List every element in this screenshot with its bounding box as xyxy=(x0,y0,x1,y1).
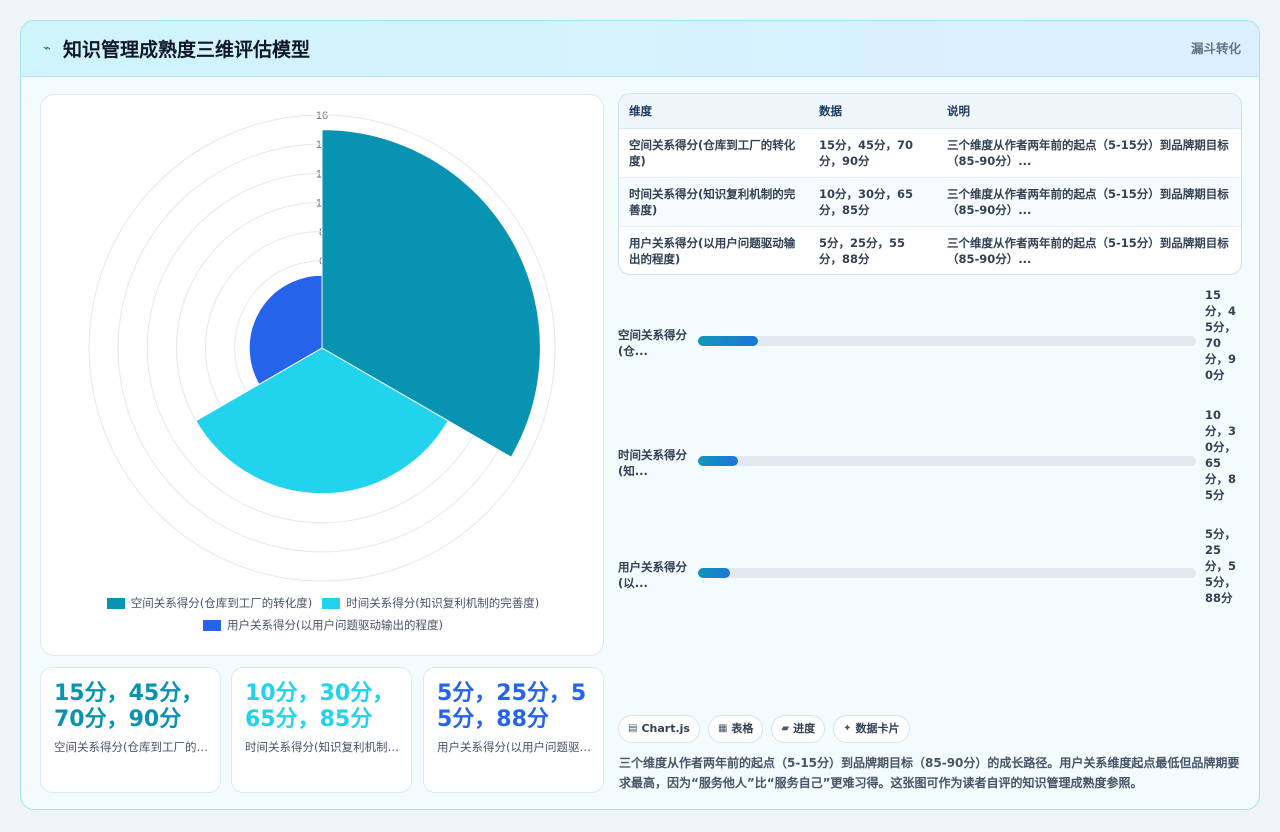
stat-label: 空间关系得分(仓库到工厂的转化度) xyxy=(54,740,208,754)
tab-progress[interactable]: ▰ 进度 xyxy=(771,715,826,743)
table-header-row: 维度 数据 说明 xyxy=(619,94,1241,129)
legend-item[interactable]: 时间关系得分(知识复利机制的完善度) xyxy=(322,595,539,611)
table-row: 空间关系得分(仓库到工厂的转化度) 15分，45分，70分，90分 三个维度从作… xyxy=(619,128,1241,178)
tab-label: 数据卡片 xyxy=(855,722,900,735)
table-cell: 三个维度从作者两年前的起点（5-15分）到品牌期目标（85-90分）... xyxy=(947,235,1229,266)
table-icon: ▦ xyxy=(717,723,728,734)
progress-icon: ▰ xyxy=(781,723,790,734)
legend-swatch xyxy=(106,597,125,609)
stat-label: 时间关系得分(知识复利机制的完善度) xyxy=(245,740,399,754)
legend-label: 用户关系得分(以用户问题驱动输出的程度) xyxy=(227,618,443,632)
polar-chart-canvas: 0246810121416 xyxy=(88,110,556,582)
legend-label: 空间关系得分(仓库到工厂的转化度) xyxy=(130,596,313,610)
table-cell: 三个维度从作者两年前的起点（5-15分）到品牌期目标（85-90分）... xyxy=(937,177,1241,227)
tab-chartjs[interactable]: ▤ Chart.js xyxy=(618,715,700,743)
tab-label: Chart.js xyxy=(641,722,690,735)
progress-fill xyxy=(698,456,738,466)
progress-value: 5分，25分，55分，88分 xyxy=(1205,527,1237,605)
legend-item[interactable]: 空间关系得分(仓库到工厂的转化度) xyxy=(106,595,313,611)
chart-icon: ▤ xyxy=(628,723,638,734)
progress-track xyxy=(698,568,1196,578)
stat-card-temporal: 10分，30分，65分，85分 时间关系得分(知识复利机制的完善度) xyxy=(231,667,412,793)
progress-fill xyxy=(698,336,758,346)
progress-track xyxy=(698,456,1196,466)
progress-label: 时间关系得分(知... xyxy=(618,448,687,478)
progress-fill xyxy=(698,568,731,578)
stat-label: 用户关系得分(以用户问题驱动输出的程度) xyxy=(437,740,591,754)
tab-table[interactable]: ▦ 表格 xyxy=(707,715,764,743)
table-cell: 5分，25分，55分，88分 xyxy=(819,235,906,266)
tab-label: 进度 xyxy=(793,722,816,735)
dashboard-card: ⌁ 知识管理成熟度三维评估模型 漏斗转化 0246810121416 空间关系得… xyxy=(20,20,1260,810)
legend-swatch xyxy=(203,619,221,631)
card-header: ⌁ 知识管理成熟度三维评估模型 漏斗转化 xyxy=(21,21,1259,77)
summary-text: 三个维度从作者两年前的起点（5-15分）到品牌期目标（85-90分）的成长路径。… xyxy=(619,756,1240,790)
chart-legend: 空间关系得分(仓库到工厂的转化度) 时间关系得分(知识复利机制的完善度) 用户关系得… xyxy=(41,595,605,633)
column-header-notes: 说明 xyxy=(937,94,1241,129)
progress-label: 空间关系得分(仓... xyxy=(618,328,687,358)
table-cell: 空间关系得分(仓库到工厂的转化度) xyxy=(619,128,809,178)
stat-value: 5分，25分，55分，88分 xyxy=(437,681,587,732)
stat-card-spatial: 15分，45分，70分，90分 空间关系得分(仓库到工厂的转化度) xyxy=(40,667,221,793)
legend-item[interactable]: 用户关系得分(以用户问题驱动输出的程度) xyxy=(203,617,443,633)
polar-area-chart: 0246810121416 空间关系得分(仓库到工厂的转化度) 时间关系得分(知识… xyxy=(40,94,604,656)
progress-value: 15分，45分，70分，90分 xyxy=(1205,288,1237,382)
column-header-data: 数据 xyxy=(809,94,937,129)
legend-swatch xyxy=(322,597,341,609)
tab-label: 表格 xyxy=(731,722,754,735)
progress-value: 10分，30分，65分，85分 xyxy=(1205,408,1237,502)
tab-data-cards[interactable]: ✦ 数据卡片 xyxy=(833,715,910,743)
lightning-icon: ⌁ xyxy=(43,41,51,56)
table-row: 用户关系得分(以用户问题驱动输出的程度) 5分，25分，55分，88分 三个维度… xyxy=(619,226,1241,274)
table-cell: 15分，45分，70分，90分 xyxy=(809,128,937,178)
stat-value: 10分，30分，65分，85分 xyxy=(245,681,395,732)
card-icon: ✦ xyxy=(843,723,852,734)
stat-card-user: 5分，25分，55分，88分 用户关系得分(以用户问题驱动输出的程度) xyxy=(423,667,604,793)
table-cell: 用户关系得分(以用户问题驱动输出的程度) xyxy=(629,235,796,266)
progress-track xyxy=(698,336,1196,346)
progress-label: 用户关系得分(以... xyxy=(618,560,687,590)
view-tabs: ▤ Chart.js ▦ 表格 ▰ 进度 ✦ 数据卡片 xyxy=(618,715,918,743)
page-title: 知识管理成熟度三维评估模型 xyxy=(63,39,311,61)
column-header-dimension: 维度 xyxy=(619,94,809,129)
legend-label: 时间关系得分(知识复利机制的完善度) xyxy=(346,596,540,610)
data-table: 维度 数据 说明 空间关系得分(仓库到工厂的转化度) 15分，45分，70分，9… xyxy=(618,93,1242,275)
table-cell: 三个维度从作者两年前的起点（5-15分）到品牌期目标（85-90分）... xyxy=(937,128,1241,178)
chart-type-badge: 漏斗转化 xyxy=(1190,41,1241,56)
table-row: 时间关系得分(知识复利机制的完善度) 10分，30分，65分，85分 三个维度从… xyxy=(619,177,1241,227)
table-cell: 时间关系得分(知识复利机制的完善度) xyxy=(619,177,809,227)
stat-value: 15分，45分，70分，90分 xyxy=(54,681,204,732)
r-tick-label: 16 xyxy=(316,110,328,122)
table-cell: 10分，30分，65分，85分 xyxy=(809,177,937,227)
